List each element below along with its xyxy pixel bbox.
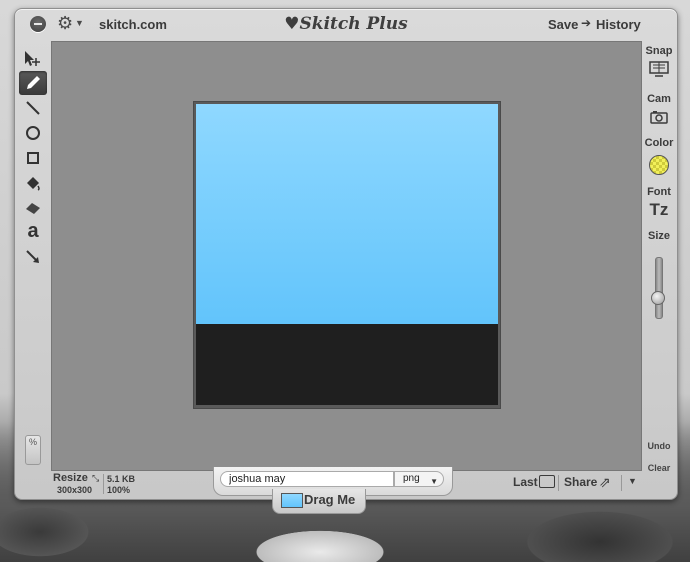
- skitch-window: ⚙ ▼ skitch.com ♥Skitch Plus Save ➔ Histo…: [14, 8, 678, 500]
- divider: [558, 475, 559, 491]
- image-frame[interactable]: [193, 101, 501, 409]
- image-ground-region: [196, 324, 498, 405]
- format-value: png: [403, 473, 420, 484]
- color-label[interactable]: Color: [641, 137, 677, 149]
- zoom-percent-button[interactable]: %: [25, 435, 41, 465]
- last-button[interactable]: Last: [513, 475, 538, 489]
- select-move-tool[interactable]: [19, 47, 47, 71]
- arrow-tool[interactable]: [19, 245, 47, 269]
- size-slider-knob[interactable]: [651, 290, 665, 305]
- divider: [621, 475, 622, 491]
- arrow-move-icon: [25, 51, 40, 66]
- size-label: Size: [647, 230, 670, 242]
- text-tool[interactable]: a: [19, 219, 47, 243]
- resize-button[interactable]: Resize: [53, 472, 88, 484]
- pencil-icon: [27, 76, 40, 89]
- file-size: 5.1 KB: [107, 474, 136, 484]
- canvas-area[interactable]: [51, 41, 642, 471]
- rectangle-tool[interactable]: [19, 146, 47, 170]
- titlebar: ⚙ ▼ skitch.com ♥Skitch Plus Save ➔ Histo…: [15, 9, 677, 39]
- fill-tool[interactable]: [19, 171, 47, 195]
- ellipse-tool[interactable]: [19, 121, 47, 145]
- drag-me-handle[interactable]: Drag Me: [272, 489, 366, 514]
- text-a-icon: a: [27, 219, 39, 242]
- share-arrow-icon[interactable]: ⇗: [599, 474, 611, 491]
- speech-bubble-icon[interactable]: [539, 475, 555, 488]
- save-button[interactable]: Save: [548, 17, 578, 32]
- circle-icon: [26, 126, 40, 140]
- square-icon: [27, 152, 39, 164]
- paint-bucket-icon: [27, 177, 40, 191]
- size-slider-track[interactable]: [655, 257, 663, 319]
- divider: [103, 474, 104, 494]
- chevron-down-icon: ▼: [430, 477, 438, 486]
- font-icon[interactable]: Tz: [641, 200, 677, 220]
- monitor-icon[interactable]: [649, 61, 669, 77]
- cam-label[interactable]: Cam: [641, 93, 677, 105]
- line-icon: [26, 101, 40, 115]
- pencil-tool[interactable]: [19, 71, 47, 95]
- eraser-icon: [26, 203, 40, 214]
- history-button[interactable]: History: [596, 17, 641, 32]
- resize-arrows-icon[interactable]: ⤡: [92, 473, 99, 484]
- arrow-right-icon: ➔: [581, 16, 592, 30]
- image-sky-region: [196, 104, 498, 324]
- drag-me-label: Drag Me: [304, 492, 356, 507]
- eraser-tool[interactable]: [19, 195, 47, 219]
- format-select[interactable]: png ▼: [394, 471, 444, 487]
- chevron-down-icon[interactable]: ▼: [628, 476, 637, 486]
- color-swatch[interactable]: [649, 155, 669, 175]
- font-label[interactable]: Font: [641, 186, 677, 198]
- camera-icon[interactable]: [649, 109, 669, 125]
- undo-button[interactable]: Undo: [641, 441, 677, 451]
- filename-input[interactable]: [220, 471, 394, 487]
- image-dimensions: 300x300: [57, 485, 93, 495]
- snap-label[interactable]: Snap: [641, 45, 677, 57]
- arrow-icon: [26, 250, 39, 263]
- zoom-level: 100%: [107, 485, 131, 495]
- line-tool[interactable]: [19, 96, 47, 120]
- image-thumbnail: [281, 493, 303, 508]
- percent-label: %: [28, 437, 37, 447]
- share-button[interactable]: Share: [564, 475, 597, 489]
